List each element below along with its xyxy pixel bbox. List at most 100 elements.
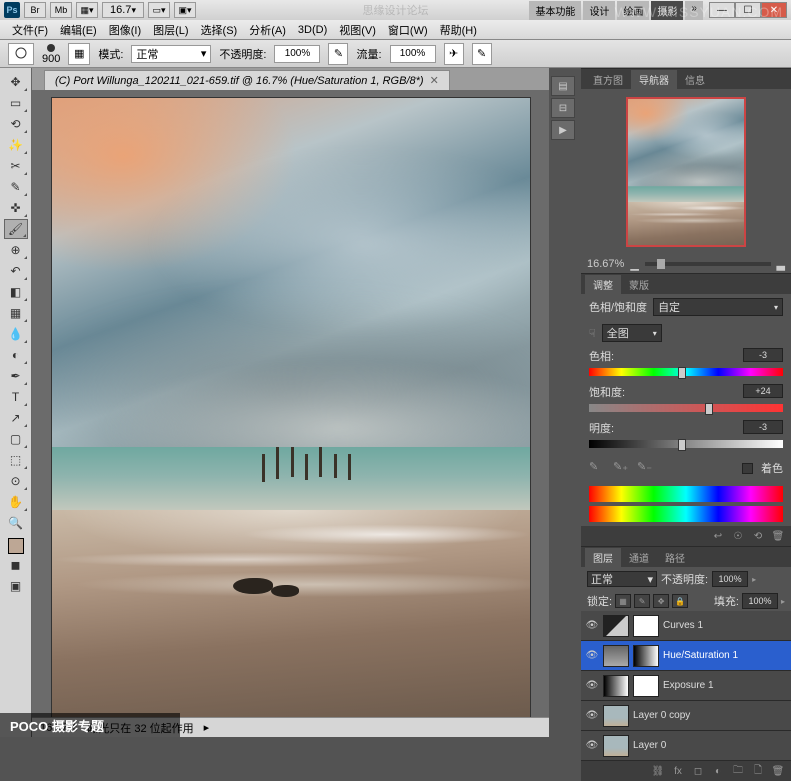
layer-row[interactable]: 👁Exposure 1 [581,671,791,701]
navigator-thumbnail[interactable] [626,97,746,247]
visibility-icon[interactable]: 👁 [585,679,599,693]
lasso-tool[interactable]: ⟲ [4,114,28,134]
menu-3d[interactable]: 3D(D) [294,22,331,38]
wand-tool[interactable]: ✨ [4,135,28,155]
zoom-out-icon[interactable]: ▁ [630,258,638,271]
opacity-input[interactable] [274,45,320,63]
layer-name-label[interactable]: Hue/Saturation 1 [663,650,787,661]
menu-window[interactable]: 窗口(W) [384,20,432,40]
layer-thumbnail[interactable] [603,675,629,697]
layer-thumbnail[interactable] [603,705,629,727]
minibridge-button[interactable]: Mb [50,2,72,18]
layer-row[interactable]: 👁Hue/Saturation 1 [581,641,791,671]
layer-mask-icon[interactable]: ◻ [689,764,707,778]
layer-name-label[interactable]: Layer 0 copy [633,710,787,721]
marquee-tool[interactable]: ▭ [4,93,28,113]
visibility-icon[interactable]: 👁 [585,709,599,723]
return-icon[interactable]: ↩ [709,529,727,543]
path-tool[interactable]: ↗ [4,408,28,428]
histogram-tab[interactable]: 直方图 [585,70,631,89]
history-panel-icon[interactable]: ▤ [551,76,575,96]
shape-tool[interactable]: ▢ [4,429,28,449]
brush-panel-toggle[interactable]: ▦ [68,43,90,65]
layer-thumbnail[interactable] [603,735,629,757]
menu-select[interactable]: 选择(S) [197,20,242,40]
lock-position-button[interactable]: ✥ [653,594,669,608]
status-arrow-icon[interactable]: ▸ [204,721,210,734]
menu-edit[interactable]: 编辑(E) [56,20,101,40]
eraser-tool[interactable]: ◧ [4,282,28,302]
layer-blend-select[interactable]: 正常▾ [587,571,657,587]
dodge-tool[interactable]: ◐ [4,345,28,365]
link-layers-icon[interactable]: ⛓ [649,764,667,778]
range-select[interactable]: 全图▾ [602,324,662,342]
zoom-level-dropdown[interactable]: 16.7 ▾ [102,2,144,18]
menu-image[interactable]: 图像(I) [105,20,145,40]
crop-tool[interactable]: ✂ [4,156,28,176]
saturation-slider[interactable] [589,404,783,414]
layer-name-label[interactable]: Layer 0 [633,740,787,751]
layer-thumbnail[interactable] [603,645,629,667]
canvas[interactable] [32,90,549,717]
hand-tool[interactable]: ✋ [4,492,28,512]
view-previous-icon[interactable]: ☉ [729,529,747,543]
play-panel-icon[interactable]: ▶ [551,120,575,140]
hand-icon[interactable]: ☟ [589,327,596,340]
saturation-value-input[interactable] [743,384,783,398]
navigator-zoom-value[interactable]: 16.67% [587,258,624,270]
colorize-checkbox[interactable] [742,463,753,474]
tablet-pressure-button[interactable]: ✎ [472,43,492,65]
history-brush-tool[interactable]: ↶ [4,261,28,281]
fill-arrow-icon[interactable]: ▸ [781,597,785,606]
zoom-tool[interactable]: 🔍 [4,513,28,533]
type-tool[interactable]: T [4,387,28,407]
preset-select[interactable]: 自定▾ [653,298,783,316]
move-tool[interactable]: ✥ [4,72,28,92]
hue-slider[interactable] [589,368,783,378]
menu-file[interactable]: 文件(F) [8,20,52,40]
3d-tool[interactable]: ⬚ [4,450,28,470]
blend-mode-select[interactable]: 正常▾ [131,45,211,63]
eyedropper-tool[interactable]: ✎ [4,177,28,197]
info-tab[interactable]: 信息 [677,70,713,89]
lock-pixels-button[interactable]: ✎ [634,594,650,608]
view-extras-button[interactable]: ▦▾ [76,2,98,18]
visibility-icon[interactable]: 👁 [585,739,599,753]
flow-input[interactable] [390,45,436,63]
navigator-zoom-slider[interactable] [645,262,771,266]
lock-transparency-button[interactable]: ▦ [615,594,631,608]
masks-tab[interactable]: 蒙版 [621,275,657,294]
menu-layer[interactable]: 图层(L) [149,20,192,40]
3d-camera-tool[interactable]: ⊙ [4,471,28,491]
screen-mode-tool[interactable]: ▣ [4,576,28,596]
layer-mask-thumbnail[interactable] [633,675,659,697]
zoom-in-icon[interactable]: ▃ [777,258,785,271]
new-group-icon[interactable]: 🗀 [729,764,747,778]
layer-style-icon[interactable]: fx [669,764,687,778]
opacity-arrow-icon[interactable]: ▸ [752,575,756,584]
arrange-button[interactable]: ▭▾ [148,2,170,18]
bridge-button[interactable]: Br [24,2,46,18]
blur-tool[interactable]: 💧 [4,324,28,344]
actions-panel-icon[interactable]: ⊟ [551,98,575,118]
quick-mask-button[interactable]: ◼ [4,555,28,575]
opacity-pressure-button[interactable]: ✎ [328,43,348,65]
workspace-tab-essentials[interactable]: 基本功能 [529,1,581,20]
eyedropper-add-icon[interactable]: ✎₊ [613,460,629,476]
layer-thumbnail[interactable] [603,615,629,637]
hue-value-input[interactable] [743,348,783,362]
layer-mask-thumbnail[interactable] [633,615,659,637]
airbrush-button[interactable]: ✈ [444,43,464,65]
layer-row[interactable]: 👁Curves 1 [581,611,791,641]
reset-icon[interactable]: ⟲ [749,529,767,543]
eyedropper-sub-icon[interactable]: ✎₋ [637,460,653,476]
menu-analysis[interactable]: 分析(A) [245,20,290,40]
screen-mode-button[interactable]: ▣▾ [174,2,196,18]
pen-tool[interactable]: ✒ [4,366,28,386]
navigator-tab[interactable]: 导航器 [631,70,677,89]
gradient-tool[interactable]: ▦ [4,303,28,323]
stamp-tool[interactable]: ⊕ [4,240,28,260]
brush-tool[interactable]: 🖌 [4,219,28,239]
lightness-value-input[interactable] [743,420,783,434]
healing-tool[interactable]: ✜ [4,198,28,218]
